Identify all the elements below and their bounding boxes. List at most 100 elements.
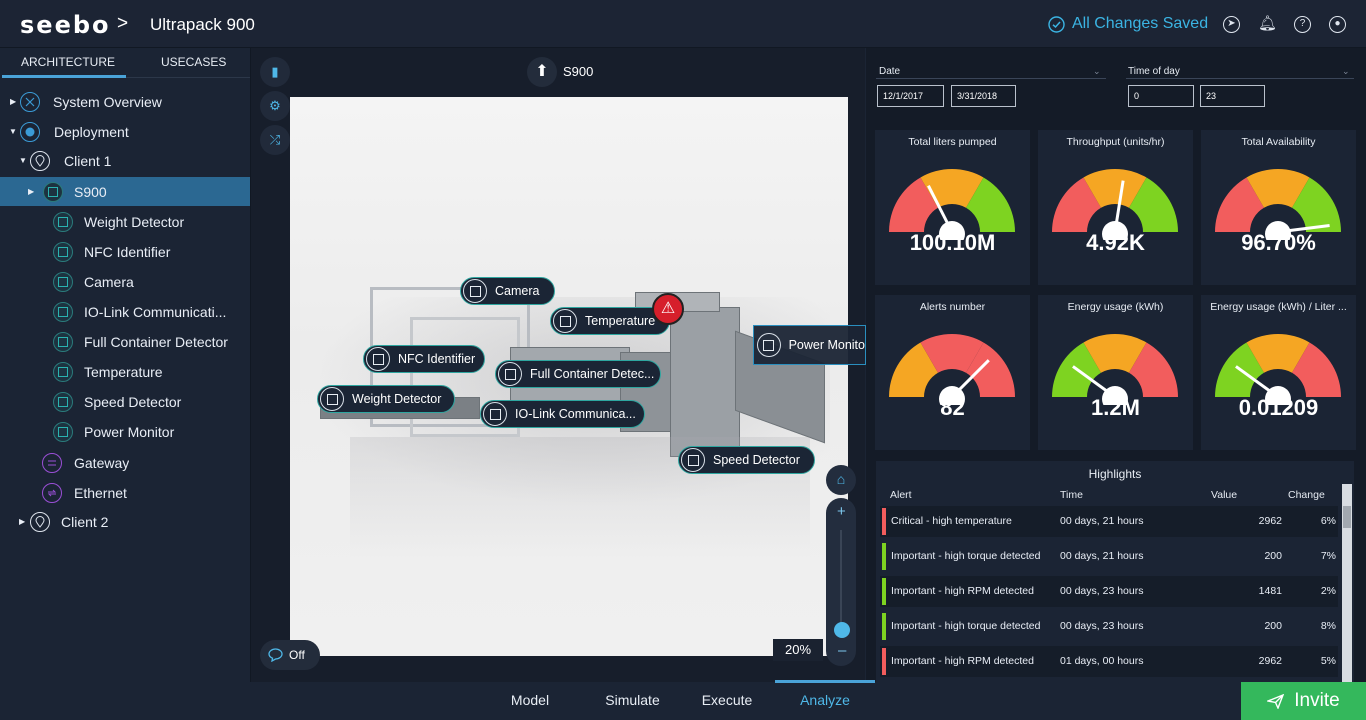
tree-item-client-2[interactable]: ▶ Client 2 [0, 507, 250, 536]
time-cell: 00 days, 23 hours [1060, 620, 1144, 632]
table-row[interactable]: Critical - high temperature 00 days, 21 … [880, 506, 1338, 537]
zoom-handle[interactable] [834, 622, 850, 638]
zoom-in-button[interactable]: + [837, 503, 846, 520]
caret-right-icon[interactable]: ▶ [10, 97, 16, 106]
tag-power-monitor[interactable]: Power Monito [753, 325, 866, 365]
tab-architecture[interactable]: ARCHITECTURE [21, 55, 115, 77]
caret-right-icon[interactable]: ▶ [28, 187, 34, 196]
comments-toggle[interactable]: Off [260, 640, 320, 670]
tree-item-label: Gateway [74, 454, 130, 471]
highlights-title: Highlights [1088, 467, 1142, 481]
settings-icon[interactable]: ⚙ [260, 91, 290, 121]
tag-label: Weight Detector [352, 392, 442, 406]
tree-item-nfc-identifier[interactable]: NFC Identifier [0, 237, 250, 266]
tab-execute[interactable]: Execute [692, 682, 762, 720]
tree-item-temperature[interactable]: Temperature [0, 357, 250, 386]
warning-icon[interactable]: ⚠ [652, 293, 684, 325]
tree-item-power-monitor[interactable]: Power Monitor [0, 417, 250, 446]
tree-item-weight-detector[interactable]: Weight Detector [0, 207, 250, 236]
time-to-input[interactable]: 23 [1200, 85, 1265, 107]
cube-icon [366, 347, 390, 371]
severity-bar [882, 508, 886, 535]
gateway-icon [42, 452, 62, 473]
tab-analyze[interactable]: Analyze [775, 682, 875, 720]
page-title[interactable]: Ultrapack 900 [150, 15, 255, 35]
change-cell: 5% [1320, 655, 1336, 667]
gauge-card-energy-per-liter[interactable]: Energy usage (kWh) / Liter ... 0.01209 [1201, 295, 1356, 450]
gauge-card-availability[interactable]: Total Availability 96.70% [1201, 130, 1356, 285]
cube-icon [53, 301, 73, 322]
cube-icon [53, 241, 73, 262]
tree-item-camera[interactable]: Camera [0, 267, 250, 296]
tab-usecases[interactable]: USECASES [161, 55, 226, 77]
gauge-card-alerts[interactable]: Alerts number 82 [875, 295, 1030, 450]
tree-item-label: Weight Detector [84, 213, 185, 230]
table-row[interactable]: Important - high RPM detected 00 days, 2… [880, 576, 1338, 607]
date-to-input[interactable]: 3/31/2018 [951, 85, 1016, 107]
send-icon[interactable]: ➤ [1223, 16, 1240, 33]
tab-model[interactable]: Model [495, 682, 565, 720]
machine-tower [670, 307, 740, 457]
gauge-card-energy[interactable]: Energy usage (kWh) 1.2M [1038, 295, 1193, 450]
tree-item-deployment[interactable]: ▼ Deployment [0, 117, 250, 146]
gauge-chart [889, 334, 1015, 405]
tree-item-s900[interactable]: ▶ S900 [0, 177, 250, 206]
scrollbar-thumb[interactable] [1343, 506, 1351, 528]
tree-item-speed-detector[interactable]: Speed Detector [0, 387, 250, 416]
alert-cell: Important - high RPM detected [891, 655, 1034, 667]
tab-simulate[interactable]: Simulate [595, 682, 670, 720]
comments-toggle-label: Off [289, 648, 305, 662]
column-header-alert: Alert [890, 489, 912, 501]
table-row[interactable]: Important - high RPM detected 01 days, 0… [880, 646, 1338, 677]
tree-item-client-1[interactable]: ▼ Client 1 [0, 146, 250, 175]
tree-item-system-overview[interactable]: ▶ System Overview [0, 87, 250, 116]
navigate-up-icon[interactable]: ⬆ [527, 57, 557, 87]
gauge-title: Throughput (units/hr) [1066, 136, 1165, 148]
invite-button[interactable]: Invite [1241, 682, 1366, 720]
tag-speed-detector[interactable]: Speed Detector [678, 446, 815, 474]
tag-full-container[interactable]: Full Container Detec... [495, 360, 661, 388]
tag-label: Camera [495, 284, 540, 298]
tree-item-label: Power Monitor [84, 423, 175, 440]
time-from-input[interactable]: 0 [1128, 85, 1194, 107]
tag-io-link[interactable]: IO-Link Communica... [480, 400, 645, 428]
severity-bar [882, 613, 886, 640]
cube-icon [53, 391, 73, 412]
gauge-card-throughput[interactable]: Throughput (units/hr) 4.92K [1038, 130, 1193, 285]
tag-nfc-identifier[interactable]: NFC Identifier [363, 345, 485, 373]
cube-icon [53, 211, 73, 232]
breadcrumb-separator: > [117, 13, 129, 34]
caret-down-icon[interactable]: ▼ [9, 127, 17, 136]
location-pin-icon [30, 150, 50, 171]
tag-camera[interactable]: Camera [460, 277, 555, 305]
caret-right-icon[interactable]: ▶ [19, 517, 25, 526]
tree-item-ethernet[interactable]: Ethernet [0, 478, 250, 507]
tree-item-full-container-detector[interactable]: Full Container Detector [0, 327, 250, 356]
bell-icon[interactable]: 🔔︎ [1258, 16, 1277, 33]
tree-item-gateway[interactable]: Gateway [0, 448, 250, 477]
home-icon[interactable]: ⌂ [826, 465, 856, 495]
help-icon[interactable]: ? [1294, 16, 1311, 33]
caret-down-icon[interactable]: ▼ [19, 156, 27, 165]
tag-weight-detector[interactable]: Weight Detector [317, 385, 455, 413]
severity-bar [882, 648, 886, 675]
shuffle-icon[interactable]: ⤮ [260, 125, 290, 155]
zoom-out-button[interactable]: – [838, 642, 846, 659]
gauge-title: Energy usage (kWh) [1067, 301, 1164, 313]
tag-label: Speed Detector [713, 453, 800, 467]
chevron-down-icon[interactable]: ⌄ [1093, 66, 1101, 77]
gauge-value: 100.10M [909, 230, 996, 255]
table-row[interactable]: Important - high torque detected 00 days… [880, 611, 1338, 642]
collapse-panel-icon[interactable]: ▮ [260, 57, 290, 87]
time-cell: 01 days, 00 hours [1060, 655, 1144, 667]
user-icon[interactable]: ● [1329, 16, 1346, 33]
gauge-card-liters[interactable]: Total liters pumped 100.10M [875, 130, 1030, 285]
time-cell: 00 days, 21 hours [1060, 515, 1144, 527]
highlights-table: Highlights Alert Time Value Change Criti… [876, 461, 1354, 682]
cube-icon [463, 279, 487, 303]
table-row[interactable]: Important - high torque detected 00 days… [880, 541, 1338, 572]
date-from-input[interactable]: 12/1/2017 [877, 85, 944, 107]
seebo-logo[interactable]: seebo [20, 11, 111, 39]
tree-item-io-link[interactable]: IO-Link Communicati... [0, 297, 250, 326]
chevron-down-icon[interactable]: ⌄ [1342, 66, 1350, 77]
